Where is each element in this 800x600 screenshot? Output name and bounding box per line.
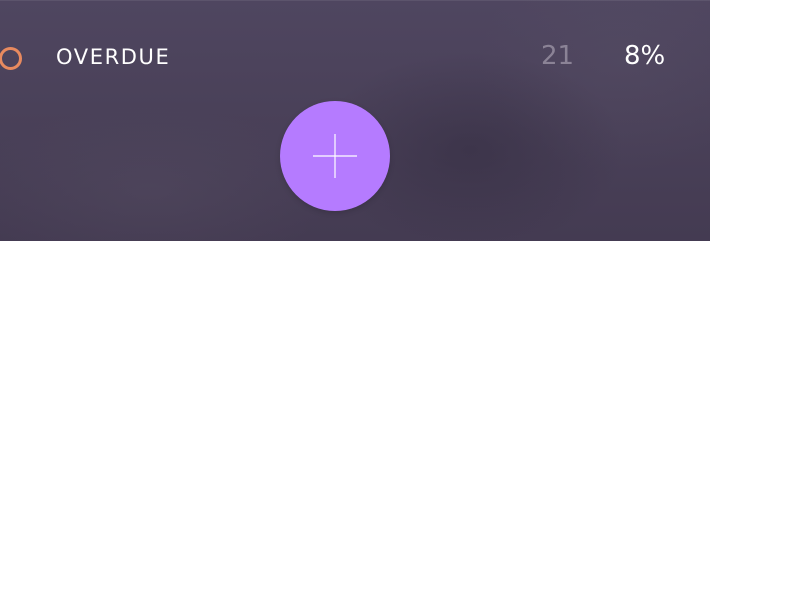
add-button[interactable] [280, 101, 390, 211]
status-row-overdue[interactable]: OVERDUE 21 8% [0, 36, 710, 80]
overview-panel: OVERDUE 21 8% [0, 0, 710, 241]
overdue-indicator-icon [0, 47, 22, 70]
status-count: 21 [541, 41, 575, 71]
plus-icon [313, 134, 357, 178]
status-percent: 8% [624, 41, 666, 71]
panel-divider [0, 0, 710, 1]
status-label: OVERDUE [56, 45, 171, 69]
